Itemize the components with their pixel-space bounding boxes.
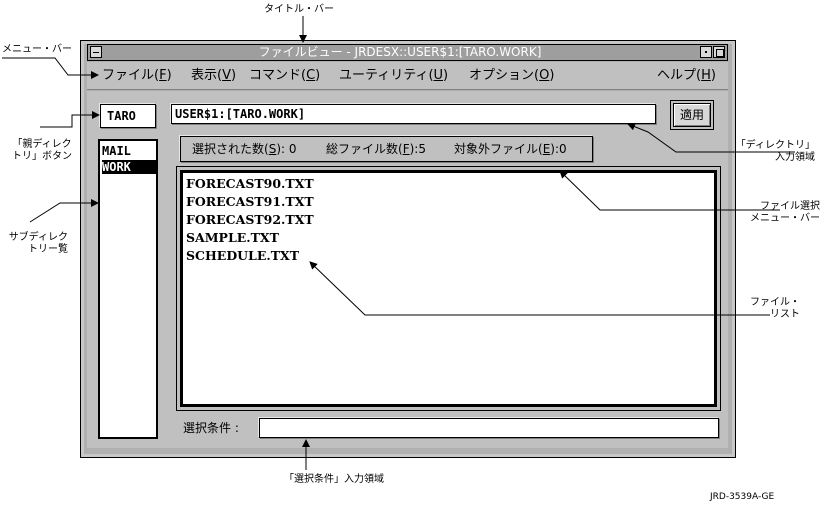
callout-subdir-list: サブディレク トリー覧 bbox=[8, 232, 68, 255]
file-item[interactable]: SCHEDULE.TXT bbox=[186, 247, 299, 265]
figure-id: JRD-3539A-GE bbox=[710, 492, 775, 502]
minimize-icon[interactable] bbox=[700, 46, 712, 58]
callout-menu-bar: メニュー・バー bbox=[2, 44, 72, 55]
menu-help[interactable]: ヘルプ(H) bbox=[657, 68, 716, 84]
total-count: 総ファイル数(F):5 bbox=[326, 142, 426, 156]
callout-title-bar: タイトル・バー bbox=[264, 4, 334, 15]
system-menu-icon[interactable] bbox=[90, 46, 102, 58]
selected-count: 選択された数(S): 0 bbox=[192, 142, 297, 156]
parent-directory-label: TARO bbox=[107, 109, 136, 123]
callout-filter-input: 「選択条件」入力領域 bbox=[284, 474, 384, 485]
callout-dir-input: 「ディレクトリ」 入力領域 bbox=[735, 140, 815, 163]
file-item[interactable]: FORECAST91.TXT bbox=[186, 193, 314, 211]
menu-options[interactable]: オプション(O) bbox=[469, 68, 554, 84]
menu-view[interactable]: 表示(V) bbox=[191, 68, 236, 84]
directory-input-value: USER$1:[TARO.WORK] bbox=[175, 107, 306, 121]
filter-input[interactable] bbox=[259, 418, 719, 438]
file-selection-menu-bar: 選択された数(S): 0 総ファイル数(F):5 対象外ファイル(E):0 bbox=[180, 136, 593, 162]
excluded-count: 対象外ファイル(E):0 bbox=[454, 142, 567, 156]
subdir-item-selected[interactable]: WORK bbox=[102, 160, 156, 174]
apply-button[interactable]: 適用 bbox=[673, 103, 711, 127]
subdirectory-list[interactable]: MAIL WORK bbox=[98, 139, 158, 439]
subdir-item[interactable]: MAIL bbox=[102, 144, 131, 158]
directory-input[interactable]: USER$1:[TARO.WORK] bbox=[171, 104, 656, 124]
callout-file-select-menu: ファイル選択 メニュー・バー bbox=[750, 201, 820, 224]
file-item[interactable]: FORECAST92.TXT bbox=[186, 211, 314, 229]
maximize-icon[interactable] bbox=[713, 46, 725, 58]
menu-command[interactable]: コマンド(C) bbox=[249, 68, 320, 84]
menu-file[interactable]: ファイル(F) bbox=[102, 68, 172, 84]
parent-directory-button[interactable]: TARO bbox=[100, 104, 156, 128]
file-item[interactable]: SAMPLE.TXT bbox=[186, 229, 279, 247]
callout-file-list: ファイル・ リスト bbox=[750, 297, 800, 320]
menu-utility[interactable]: ユーティリティ(U) bbox=[339, 68, 448, 84]
window-title: ファイルビュー - JRDESX::USER$1:[TARO.WORK] bbox=[258, 45, 542, 59]
callout-parent-dir-button: 「親ディレク トリ」ボタン bbox=[12, 139, 72, 162]
file-item[interactable]: FORECAST90.TXT bbox=[186, 175, 314, 193]
file-list[interactable]: FORECAST90.TXT FORECAST91.TXT FORECAST92… bbox=[180, 170, 717, 407]
filter-label: 選択条件 : bbox=[183, 421, 239, 435]
